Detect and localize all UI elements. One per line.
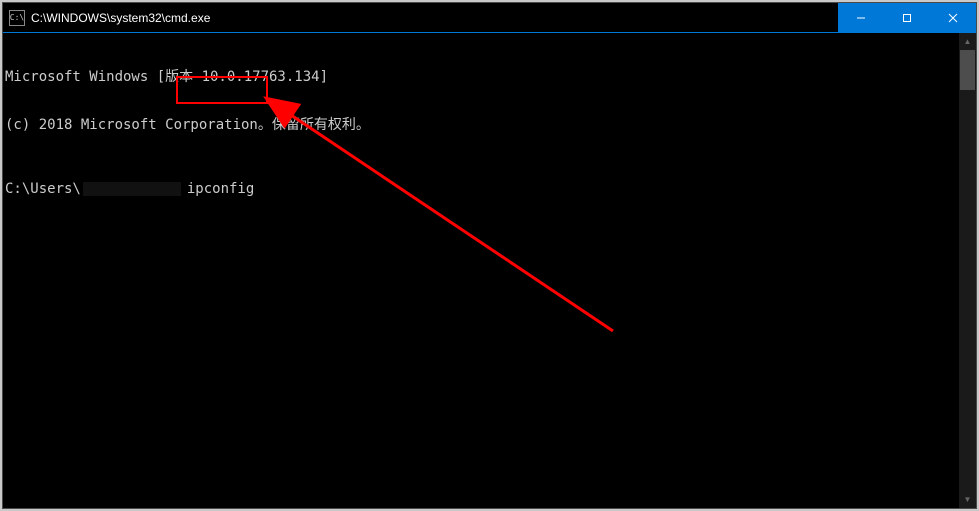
copyright-line: (c) 2018 Microsoft Corporation。保留所有权利。 — [5, 117, 976, 133]
close-icon — [948, 13, 958, 23]
prompt-prefix: C:\Users\ — [5, 181, 81, 197]
window-controls — [838, 3, 976, 32]
minimize-icon — [856, 13, 866, 23]
titlebar[interactable]: C:\ C:\WINDOWS\system32\cmd.exe — [3, 3, 976, 33]
window-title: C:\WINDOWS\system32\cmd.exe — [31, 11, 838, 25]
typed-command: ipconfig — [183, 181, 258, 197]
prompt-line: C:\Users\ ipconfig — [5, 181, 976, 197]
vertical-scrollbar[interactable]: ▲ ▼ — [959, 33, 976, 508]
cmd-window: C:\ C:\WINDOWS\system32\cmd.exe Microsof… — [2, 2, 977, 509]
minimize-button[interactable] — [838, 3, 884, 32]
redacted-username — [83, 182, 181, 196]
scroll-down-arrow-icon[interactable]: ▼ — [959, 491, 976, 508]
cmd-icon: C:\ — [9, 10, 25, 26]
console-output[interactable]: Microsoft Windows [版本 10.0.17763.134] (c… — [3, 33, 976, 508]
cmd-icon-label: C:\ — [10, 13, 24, 22]
maximize-button[interactable] — [884, 3, 930, 32]
maximize-icon — [902, 13, 912, 23]
scrollbar-thumb[interactable] — [960, 50, 975, 90]
close-button[interactable] — [930, 3, 976, 32]
version-line: Microsoft Windows [版本 10.0.17763.134] — [5, 69, 976, 85]
scroll-up-arrow-icon[interactable]: ▲ — [959, 33, 976, 50]
